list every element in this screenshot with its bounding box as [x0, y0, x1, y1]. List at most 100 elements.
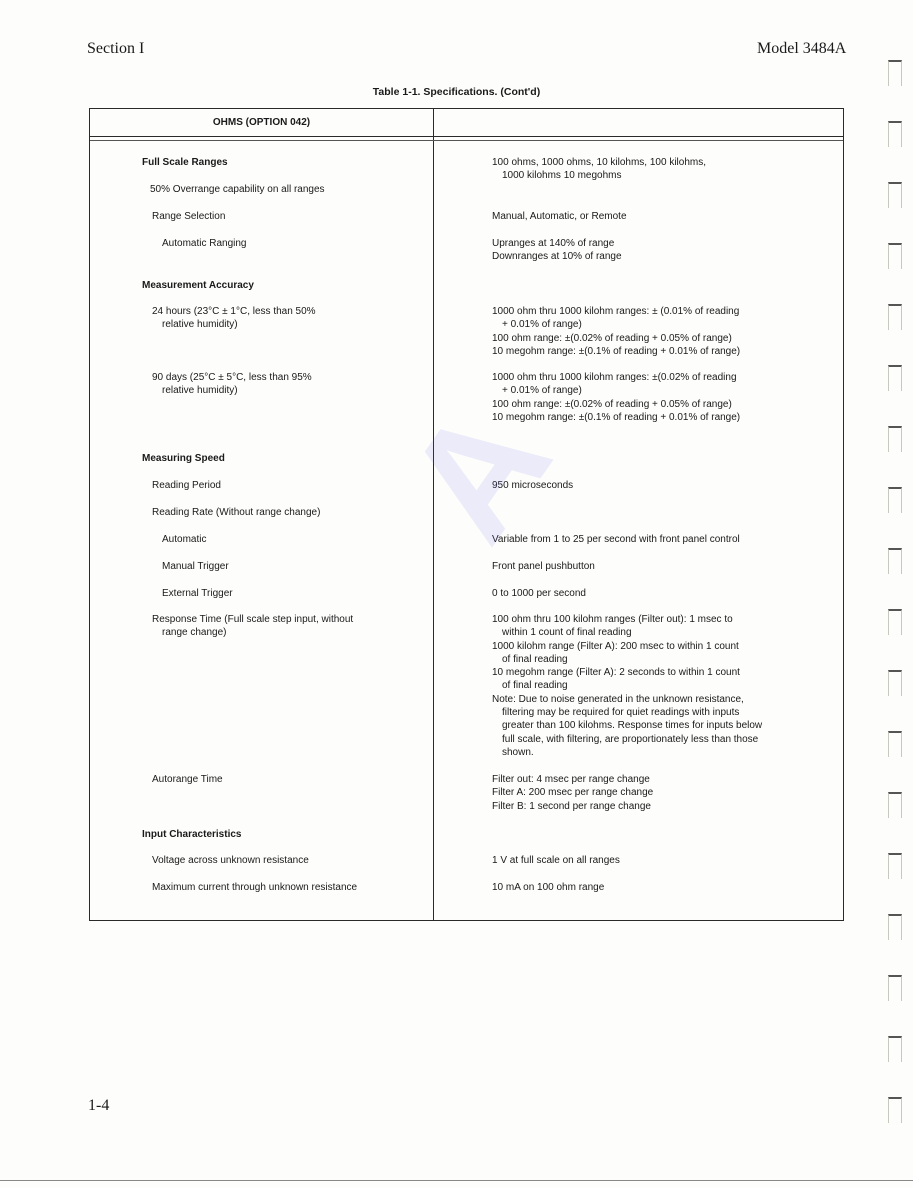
- spec-label: Voltage across unknown resistance: [152, 854, 309, 867]
- spec-label: 24 hours (23°C ± 1°C, less than 50% relat…: [152, 305, 316, 332]
- spec-label-line: Measuring Speed: [142, 453, 225, 464]
- spec-value-line: Manual, Automatic, or Remote: [492, 211, 627, 222]
- spec-value-line: 10 megohm range: ±(0.1% of reading + 0.0…: [492, 411, 741, 423]
- spec-label: Automatic: [162, 533, 206, 546]
- header-rule: [90, 136, 843, 137]
- spec-value-line: Filter B: 1 second per range change: [492, 800, 651, 812]
- spec-label-line: Range Selection: [152, 211, 226, 222]
- spec-label: Maximum current through unknown resistan…: [152, 881, 357, 894]
- spec-label-line: Voltage across unknown resistance: [152, 855, 309, 866]
- spec-label-line: 50% Overrange capability on all ranges: [150, 184, 325, 195]
- spec-value: 10 mA on 100 ohm range: [492, 881, 604, 894]
- column-divider: [433, 109, 434, 920]
- spec-value-line: Filter A: 200 msec per range change: [492, 787, 654, 799]
- spec-label-line: Automatic Ranging: [162, 238, 247, 249]
- spec-value-line: filtering may be required for quiet read…: [502, 707, 740, 719]
- spec-value-line: Front panel pushbutton: [492, 561, 595, 572]
- spec-label: 50% Overrange capability on all ranges: [150, 183, 325, 196]
- spec-value: 0 to 1000 per second: [492, 587, 586, 600]
- spec-value-line: greater than 100 kilohms. Response times…: [502, 720, 763, 732]
- binding-hole-mark: [888, 792, 902, 818]
- spec-value: Filter out: 4 msec per range change Filte…: [492, 773, 653, 813]
- spec-value: Variable from 1 to 25 per second with fr…: [492, 533, 740, 546]
- spec-label: Manual Trigger: [162, 560, 229, 573]
- spec-label: 90 days (25°C ± 5°C, less than 95% relati…: [152, 371, 312, 398]
- spec-value-line: 1 V at full scale on all ranges: [492, 855, 620, 866]
- spec-value-line: 100 ohm thru 100 kilohm ranges (Filter o…: [492, 614, 733, 625]
- spec-value-line: shown.: [502, 746, 534, 758]
- spec-value-line: 950 microseconds: [492, 480, 574, 491]
- binding-hole-mark: [888, 609, 902, 635]
- spec-label: Reading Period: [152, 479, 221, 492]
- section-heading: Measuring Speed: [142, 452, 225, 465]
- spec-value: 100 ohms, 1000 ohms, 10 kilohms, 100 kil…: [492, 156, 706, 183]
- spec-value-line: within 1 count of final reading: [502, 627, 632, 639]
- binding-hole-mark: [888, 731, 902, 757]
- spec-label: Reading Rate (Without range change): [152, 506, 320, 519]
- spec-value-line: of final reading: [502, 680, 568, 692]
- spec-value-line: 0 to 1000 per second: [492, 588, 586, 599]
- spec-value-line: 100 ohm range: ±(0.02% of reading + 0.05…: [492, 398, 732, 410]
- spec-label-line: Full Scale Ranges: [142, 157, 228, 168]
- spec-label-line: Input Characteristics: [142, 829, 242, 840]
- spec-value-line: 1000 ohm thru 1000 kilohm ranges: ±(0.02…: [492, 372, 737, 383]
- spec-value-line: 100 ohms, 1000 ohms, 10 kilohms, 100 kil…: [492, 157, 706, 168]
- spec-value: Manual, Automatic, or Remote: [492, 210, 627, 223]
- spec-value-line: of final reading: [502, 653, 568, 665]
- spec-value-line: 1000 ohm thru 1000 kilohm ranges: ± (0.0…: [492, 306, 740, 317]
- spec-label: Autorange Time: [152, 773, 223, 786]
- spec-label: Range Selection: [152, 210, 225, 223]
- table-title: Table 1-1. Specifications. (Cont'd): [372, 86, 541, 98]
- model-label: Model 3484A: [757, 40, 847, 57]
- spec-label-line: relative humidity): [162, 385, 238, 397]
- binding-hole-mark: [888, 243, 902, 269]
- spec-label: External Trigger: [162, 587, 233, 600]
- spec-value-line: Note: Due to noise generated in the unkn…: [492, 693, 744, 705]
- spec-label-line: Reading Period: [152, 480, 221, 491]
- section-label: Section I: [87, 40, 145, 57]
- binding-hole-mark: [888, 426, 902, 452]
- spec-value-line: Variable from 1 to 25 per second with fr…: [492, 534, 740, 545]
- spec-value-line: 100 ohm range: ±(0.02% of reading + 0.05…: [492, 332, 732, 344]
- spec-value-line: Downranges at 10% of range: [492, 251, 622, 263]
- binding-hole-mark: [888, 365, 902, 391]
- spec-value: 1 V at full scale on all ranges: [492, 854, 620, 867]
- spec-label-line: Measurement Accuracy: [142, 280, 254, 291]
- binding-hole-mark: [888, 670, 902, 696]
- spec-value-line: 10 mA on 100 ohm range: [492, 882, 605, 893]
- spec-label-line: Autorange Time: [152, 774, 223, 785]
- binding-hole-mark: [888, 975, 902, 1001]
- binding-hole-mark: [888, 304, 902, 330]
- spec-value: 950 microseconds: [492, 479, 573, 492]
- spec-label-line: Maximum current through unknown resistan…: [152, 882, 358, 893]
- spec-label-line: Manual Trigger: [162, 561, 229, 572]
- page-number: 1-4: [88, 1097, 110, 1114]
- spec-value-line: + 0.01% of range): [502, 385, 582, 397]
- header-rule-double: [90, 140, 843, 141]
- spec-value: 1000 ohm thru 1000 kilohm ranges: ±(0.02…: [492, 371, 740, 424]
- page-edge: [0, 1180, 913, 1181]
- spec-value-line: Upranges at 140% of range: [492, 238, 615, 249]
- spec-label: Automatic Ranging: [162, 237, 247, 250]
- binding-hole-mark: [888, 1097, 902, 1123]
- spec-value-line: 1000 kilohm range (Filter A): 200 msec t…: [492, 640, 739, 652]
- spec-value: 100 ohm thru 100 kilohm ranges (Filter o…: [492, 613, 762, 759]
- binding-hole-mark: [888, 548, 902, 574]
- spec-value: Front panel pushbutton: [492, 560, 595, 573]
- spec-value-line: Filter out: 4 msec per range change: [492, 774, 650, 785]
- spec-value-line: 1000 kilohms 10 megohms: [502, 170, 622, 182]
- spec-label-line: range change): [162, 627, 227, 639]
- binding-hole-mark: [888, 60, 902, 86]
- binding-hole-mark: [888, 914, 902, 940]
- section-heading: Measurement Accuracy: [142, 279, 254, 292]
- binding-hole-mark: [888, 853, 902, 879]
- spec-label-line: External Trigger: [162, 588, 233, 599]
- section-heading: Input Characteristics: [142, 828, 241, 841]
- table-header-left: OHMS (OPTION 042): [212, 117, 311, 128]
- binding-hole-mark: [888, 121, 902, 147]
- spec-value-line: 10 megohm range (Filter A): 2 seconds to…: [492, 667, 740, 679]
- spec-label: Response Time (Full scale step input, wi…: [152, 613, 353, 640]
- spec-value-line: 10 megohm range: ±(0.1% of reading + 0.0…: [492, 345, 741, 357]
- specifications-table: OHMS (OPTION 042) Full Scale Ranges 100 o…: [89, 108, 844, 921]
- spec-label-line: Automatic: [162, 534, 207, 545]
